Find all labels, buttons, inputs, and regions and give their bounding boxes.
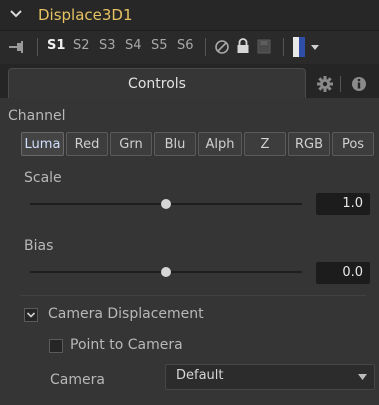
channel-button-blu[interactable]: Blu xyxy=(154,132,196,156)
version-button-s6[interactable]: S6 xyxy=(177,38,194,56)
disable-icon[interactable] xyxy=(214,39,230,55)
chevron-down-icon[interactable] xyxy=(10,9,22,19)
camera-dropdown-value: Default xyxy=(176,368,224,383)
scale-label: Scale xyxy=(24,170,62,186)
camera-label: Camera xyxy=(50,372,105,388)
version-button-s1[interactable]: S1 xyxy=(47,38,65,56)
lock-icon[interactable] xyxy=(236,38,250,54)
color-swatch[interactable] xyxy=(293,37,305,57)
channel-button-luma[interactable]: Luma xyxy=(21,132,64,156)
save-icon[interactable] xyxy=(257,39,271,54)
gear-icon[interactable] xyxy=(312,72,338,96)
separator xyxy=(205,38,206,56)
separator xyxy=(340,76,341,92)
bias-label: Bias xyxy=(24,238,54,254)
camera-displacement-label: Camera Displacement xyxy=(48,306,204,322)
pin-icon[interactable] xyxy=(8,40,26,54)
tab-controls[interactable]: Controls xyxy=(8,68,306,99)
chevron-down-icon xyxy=(26,312,36,318)
scale-value-field[interactable]: 1.0 xyxy=(316,193,370,215)
divider xyxy=(20,295,366,296)
channel-button-z[interactable]: Z xyxy=(244,132,286,156)
node-title: Displace3D1 xyxy=(38,6,133,24)
bias-value-field[interactable]: 0.0 xyxy=(316,262,370,284)
separator xyxy=(37,38,38,56)
separator xyxy=(283,38,284,56)
scale-slider-knob[interactable] xyxy=(161,199,171,209)
camera-displacement-toggle[interactable] xyxy=(24,308,38,322)
point-to-camera-checkbox[interactable] xyxy=(49,339,63,353)
caret-down-icon[interactable] xyxy=(311,45,319,50)
channel-button-pos[interactable]: Pos xyxy=(332,132,374,156)
version-button-s3[interactable]: S3 xyxy=(99,38,116,56)
channel-label: Channel xyxy=(8,108,66,124)
caret-down-icon[interactable] xyxy=(358,374,367,380)
version-button-s2[interactable]: S2 xyxy=(73,38,90,56)
bias-slider-knob[interactable] xyxy=(161,267,171,277)
version-button-s5[interactable]: S5 xyxy=(151,38,168,56)
info-icon[interactable] xyxy=(346,72,372,96)
channel-button-alph[interactable]: Alph xyxy=(198,132,242,156)
version-button-s4[interactable]: S4 xyxy=(125,38,142,56)
channel-button-rgb[interactable]: RGB xyxy=(288,132,330,156)
channel-button-grn[interactable]: Grn xyxy=(110,132,152,156)
point-to-camera-label: Point to Camera xyxy=(70,337,183,353)
channel-button-red[interactable]: Red xyxy=(66,132,108,156)
